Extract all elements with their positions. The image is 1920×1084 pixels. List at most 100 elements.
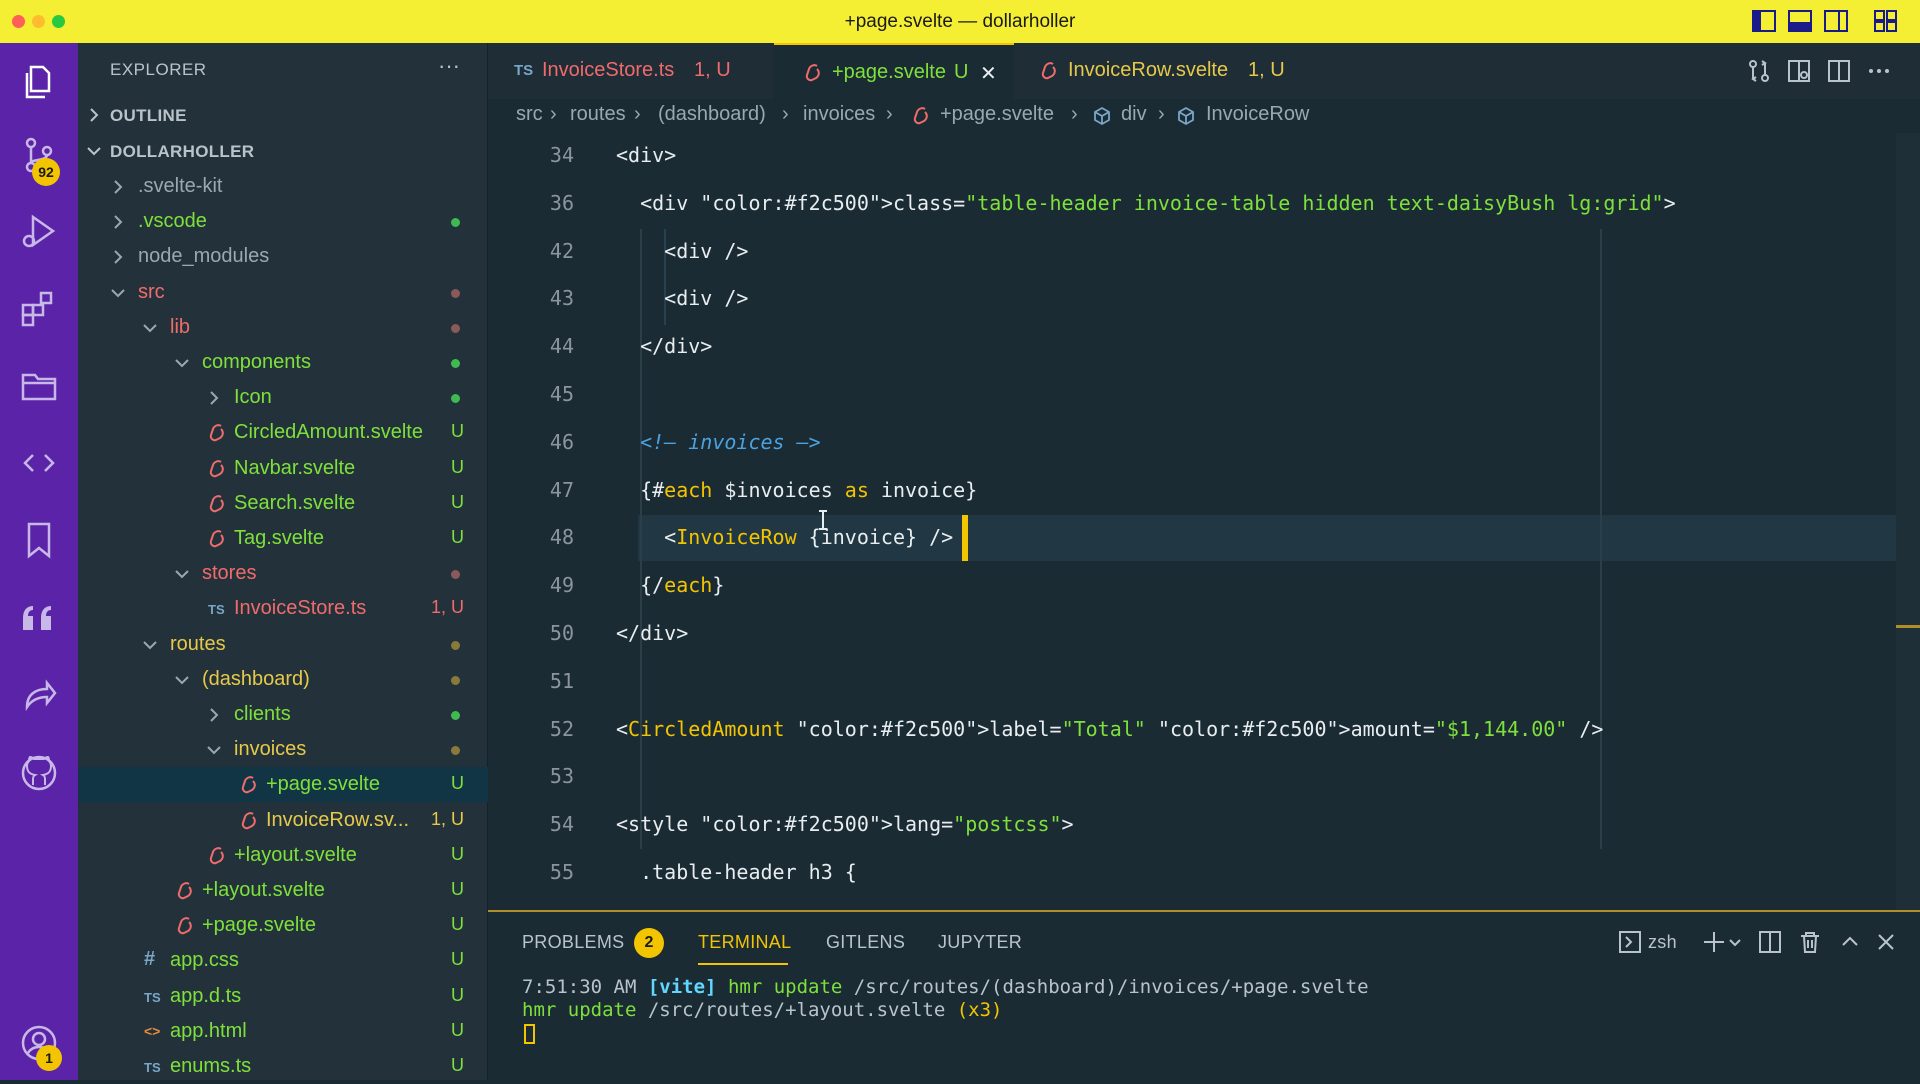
git-status: 1, U (430, 808, 464, 829)
tree-item-lib[interactable]: lib (78, 310, 488, 345)
git-status-dot (451, 394, 460, 404)
tree-item-node-modules[interactable]: node_modules (78, 239, 488, 274)
tree-item-label: src (138, 280, 165, 303)
tree-item-invoicestore-ts[interactable]: TS InvoiceStore.ts 1, U (78, 591, 488, 626)
tree-item-dashboard-layout-svelte[interactable]: +layout.svelte U (78, 838, 488, 873)
breadcrumb-div[interactable]: div (1121, 103, 1147, 126)
line-number: 44 (549, 334, 574, 359)
github-icon[interactable] (19, 753, 59, 793)
source-control-badge: 92 (32, 158, 60, 186)
split-editor-icon[interactable] (1826, 58, 1852, 84)
toggle-secondary-sidebar-icon[interactable] (1824, 10, 1848, 32)
tree-item-enums-ts[interactable]: TS enums.ts U (78, 1049, 488, 1084)
open-preview-icon[interactable] (1786, 58, 1812, 84)
tree-item-routes-layout-svelte[interactable]: +layout.svelte U (78, 873, 488, 908)
close-panel-icon[interactable] (1874, 930, 1898, 954)
outline-section-header[interactable]: OUTLINE (78, 99, 488, 132)
run-debug-icon[interactable] (19, 211, 59, 251)
tree-item-dashboard[interactable]: (dashboard) (78, 662, 488, 697)
breadcrumb-invoicerow[interactable]: InvoiceRow (1206, 103, 1309, 126)
tree-item-label: Tag.svelte (234, 527, 325, 549)
chevron-down-icon (175, 676, 189, 685)
code-icon[interactable] (19, 443, 59, 483)
code-editor[interactable]: 34 <div> 36 <div "color:#f2c500">class="ta… (488, 133, 1920, 910)
code-line: <style "color:#f2c500">lang="postcss"> (616, 812, 1074, 837)
new-terminal-icon[interactable] (1702, 930, 1726, 954)
breadcrumb-src[interactable]: src (516, 103, 543, 126)
breadcrumb-separator: › (886, 103, 893, 125)
folder-icon[interactable] (19, 365, 59, 405)
quote-icon[interactable] (19, 598, 59, 638)
editor-tab-bar: TS InvoiceStore.ts 1, U +page.svelte U ✕… (488, 43, 1920, 99)
svelte-file-icon (240, 811, 260, 831)
minimap-scrollbar[interactable] (1896, 133, 1920, 910)
toggle-panel-icon[interactable] (1788, 10, 1812, 32)
tree-item-svelte-kit[interactable]: .svelte-kit (78, 169, 488, 204)
tab-invoicestore[interactable]: TS InvoiceStore.ts 1, U (488, 43, 774, 99)
extensions-icon[interactable] (19, 289, 59, 329)
line-number: 42 (549, 238, 574, 263)
bookmark-icon[interactable] (19, 520, 59, 560)
split-terminal-icon[interactable] (1758, 930, 1782, 954)
tree-item-invoices[interactable]: invoices (78, 732, 488, 767)
tab-invoicerow-svelte[interactable]: InvoiceRow.svelte 1, U (1014, 43, 1304, 99)
tab-jupyter[interactable]: JUPYTER (938, 932, 1022, 953)
terminal-shell-name[interactable]: zsh (1648, 932, 1677, 953)
toggle-primary-sidebar-icon[interactable] (1752, 10, 1776, 32)
breadcrumb-routes[interactable]: routes (570, 103, 626, 126)
tree-item-icon[interactable]: Icon (78, 380, 488, 415)
more-actions-icon[interactable] (1866, 58, 1892, 84)
tab-label: InvoiceRow.svelte (1068, 59, 1229, 81)
tree-item-invoicerow-svelte[interactable]: InvoiceRow.sv... 1, U (78, 803, 488, 838)
tree-item-components[interactable]: components (78, 345, 488, 380)
explorer-more-actions-button[interactable]: ··· (438, 53, 460, 79)
chevron-down-icon[interactable] (1728, 930, 1742, 954)
terminal-shell-icon[interactable] (1618, 930, 1642, 954)
breadcrumb-invoices[interactable]: invoices (803, 103, 875, 126)
tree-item-app-css[interactable]: # app.css U (78, 943, 488, 978)
chevron-right-icon (114, 215, 123, 229)
terminal-cursor[interactable] (524, 1024, 535, 1044)
tree-item-search-svelte[interactable]: Search.svelte U (78, 486, 488, 521)
code-line: <div /> (616, 286, 749, 311)
ruler (1600, 229, 1602, 849)
line-number: 55 (549, 860, 574, 884)
line-number: 34 (549, 143, 574, 167)
tab-close-button[interactable]: ✕ (980, 61, 997, 86)
tab-terminal[interactable]: TERMINAL (698, 932, 791, 953)
scroll-marker (1896, 625, 1920, 628)
element-cube-icon (1178, 106, 1194, 126)
line-number: 48 (549, 525, 574, 550)
project-section-header[interactable]: DOLLARHOLLER (78, 135, 488, 168)
tree-item-vscode[interactable]: .vscode (78, 204, 488, 239)
breadcrumb-page-svelte[interactable]: +page.svelte (940, 103, 1054, 126)
svelte-file-icon (208, 423, 228, 443)
trash-icon[interactable] (1798, 930, 1822, 954)
tree-item-circledamount-svelte[interactable]: CircledAmount.svelte U (78, 415, 488, 450)
tab-problems[interactable]: PROBLEMS (522, 932, 624, 953)
tree-item-app-d-ts[interactable]: TS app.d.ts U (78, 979, 488, 1014)
customize-layout-icon[interactable] (1874, 10, 1898, 32)
tab-page-svelte[interactable]: +page.svelte U ✕ (774, 43, 1014, 99)
tree-item-page-svelte[interactable]: +page.svelte U (78, 767, 488, 803)
tree-item-routes-page-svelte[interactable]: +page.svelte U (78, 908, 488, 943)
tree-item-app-html[interactable]: <> app.html U (78, 1014, 488, 1049)
chevron-down-icon (175, 570, 189, 579)
tree-item-tag-svelte[interactable]: Tag.svelte U (78, 521, 488, 556)
maximize-panel-icon[interactable] (1838, 930, 1862, 954)
breadcrumb-separator: › (550, 103, 557, 125)
tab-gitlens[interactable]: GITLENS (826, 932, 905, 953)
code-line: <CircledAmount "color:#f2c500">label="To… (616, 716, 1604, 741)
explorer-sidebar: EXPLORER ··· OUTLINE DOLLARHOLLER .svelt… (78, 43, 488, 1080)
tree-item-src[interactable]: src (78, 275, 488, 310)
breadcrumb-dashboard[interactable]: (dashboard) (658, 103, 766, 126)
live-share-icon[interactable] (19, 675, 59, 715)
tree-item-stores[interactable]: stores (78, 556, 488, 591)
tree-item-navbar-svelte[interactable]: Navbar.svelte U (78, 451, 488, 486)
git-status-dot (451, 640, 460, 650)
tree-item-clients[interactable]: clients (78, 697, 488, 732)
svelte-file-icon (208, 494, 228, 514)
explorer-icon[interactable] (19, 61, 59, 101)
tree-item-routes[interactable]: routes (78, 627, 488, 662)
compare-changes-icon[interactable] (1746, 58, 1772, 84)
